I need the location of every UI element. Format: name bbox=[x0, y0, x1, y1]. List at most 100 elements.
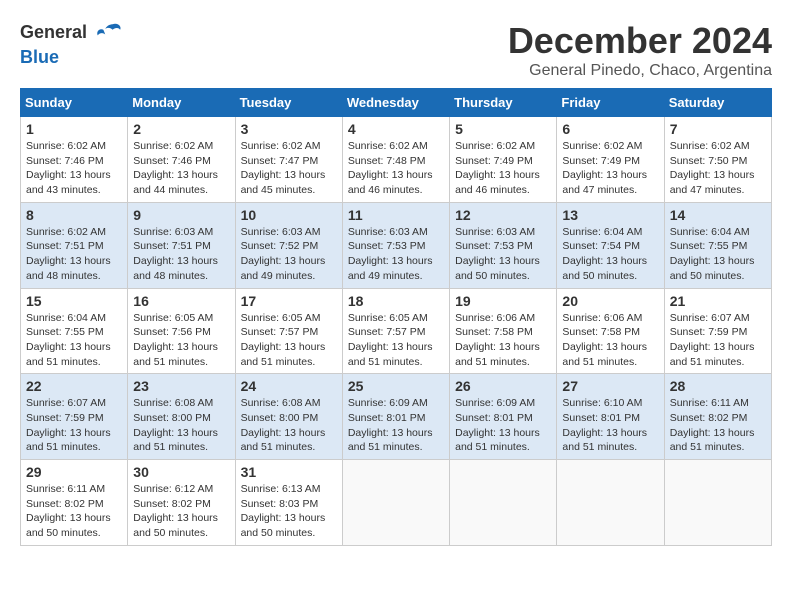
day-info: Sunrise: 6:05 AMSunset: 7:57 PMDaylight:… bbox=[348, 311, 444, 370]
day-info: Sunrise: 6:03 AMSunset: 7:53 PMDaylight:… bbox=[455, 225, 551, 284]
calendar-week-row: 1 Sunrise: 6:02 AMSunset: 7:46 PMDaylight… bbox=[21, 117, 772, 203]
day-cell: 8 Sunrise: 6:02 AMSunset: 7:51 PMDaylight… bbox=[21, 202, 128, 288]
empty-day-cell bbox=[450, 460, 557, 546]
calendar-table: SundayMondayTuesdayWednesdayThursdayFrid… bbox=[20, 88, 772, 546]
day-cell: 27Sunrise: 6:10 AMSunset: 8:01 PMDayligh… bbox=[557, 374, 664, 460]
day-info: Sunrise: 6:04 AMSunset: 7:55 PMDaylight:… bbox=[26, 311, 122, 370]
day-info: Sunrise: 6:02 AMSunset: 7:50 PMDaylight:… bbox=[670, 139, 766, 198]
day-cell: 4 Sunrise: 6:02 AMSunset: 7:48 PMDaylight… bbox=[342, 117, 449, 203]
day-number: 28 bbox=[670, 378, 766, 394]
day-info: Sunrise: 6:11 AMSunset: 8:02 PMDaylight:… bbox=[26, 482, 122, 541]
day-cell: 6 Sunrise: 6:02 AMSunset: 7:49 PMDaylight… bbox=[557, 117, 664, 203]
day-number: 13 bbox=[562, 207, 658, 223]
day-number: 24 bbox=[241, 378, 337, 394]
weekday-header-monday: Monday bbox=[128, 89, 235, 117]
day-info: Sunrise: 6:07 AMSunset: 7:59 PMDaylight:… bbox=[26, 396, 122, 455]
calendar-week-row: 22 Sunrise: 6:07 AMSunset: 7:59 PMDayligh… bbox=[21, 374, 772, 460]
logo-general: General bbox=[20, 22, 87, 42]
day-info: Sunrise: 6:02 AMSunset: 7:49 PMDaylight:… bbox=[455, 139, 551, 198]
day-cell: 28 Sunrise: 6:11 AMSunset: 8:02 PMDayligh… bbox=[664, 374, 771, 460]
day-info: Sunrise: 6:08 AMSunset: 8:00 PMDaylight:… bbox=[241, 396, 337, 455]
day-number: 12 bbox=[455, 207, 551, 223]
day-info: Sunrise: 6:02 AMSunset: 7:49 PMDaylight:… bbox=[562, 139, 658, 198]
day-info: Sunrise: 6:03 AMSunset: 7:53 PMDaylight:… bbox=[348, 225, 444, 284]
day-info: Sunrise: 6:09 AMSunset: 8:01 PMDaylight:… bbox=[348, 396, 444, 455]
logo-blue: Blue bbox=[20, 47, 59, 67]
day-cell: 16 Sunrise: 6:05 AMSunset: 7:56 PMDayligh… bbox=[128, 288, 235, 374]
day-cell: 3 Sunrise: 6:02 AMSunset: 7:47 PMDaylight… bbox=[235, 117, 342, 203]
day-info: Sunrise: 6:02 AMSunset: 7:48 PMDaylight:… bbox=[348, 139, 444, 198]
day-info: Sunrise: 6:12 AMSunset: 8:02 PMDaylight:… bbox=[133, 482, 229, 541]
day-cell: 25 Sunrise: 6:09 AMSunset: 8:01 PMDayligh… bbox=[342, 374, 449, 460]
day-number: 29 bbox=[26, 464, 122, 480]
day-number: 17 bbox=[241, 293, 337, 309]
empty-day-cell bbox=[342, 460, 449, 546]
day-info: Sunrise: 6:02 AMSunset: 7:51 PMDaylight:… bbox=[26, 225, 122, 284]
day-cell: 19 Sunrise: 6:06 AMSunset: 7:58 PMDayligh… bbox=[450, 288, 557, 374]
day-info: Sunrise: 6:03 AMSunset: 7:52 PMDaylight:… bbox=[241, 225, 337, 284]
day-number: 11 bbox=[348, 207, 444, 223]
logo-bird-icon bbox=[94, 20, 122, 48]
calendar-week-row: 15Sunrise: 6:04 AMSunset: 7:55 PMDayligh… bbox=[21, 288, 772, 374]
day-info: Sunrise: 6:02 AMSunset: 7:46 PMDaylight:… bbox=[133, 139, 229, 198]
weekday-header-wednesday: Wednesday bbox=[342, 89, 449, 117]
day-number: 4 bbox=[348, 121, 444, 137]
day-number: 9 bbox=[133, 207, 229, 223]
day-info: Sunrise: 6:05 AMSunset: 7:56 PMDaylight:… bbox=[133, 311, 229, 370]
day-info: Sunrise: 6:04 AMSunset: 7:54 PMDaylight:… bbox=[562, 225, 658, 284]
day-cell: 10 Sunrise: 6:03 AMSunset: 7:52 PMDayligh… bbox=[235, 202, 342, 288]
page-header: General Blue December 2024 General Pined… bbox=[20, 20, 772, 80]
day-cell: 21 Sunrise: 6:07 AMSunset: 7:59 PMDayligh… bbox=[664, 288, 771, 374]
day-cell: 5 Sunrise: 6:02 AMSunset: 7:49 PMDaylight… bbox=[450, 117, 557, 203]
day-number: 23 bbox=[133, 378, 229, 394]
title-block: December 2024 General Pinedo, Chaco, Arg… bbox=[508, 20, 772, 80]
weekday-header-tuesday: Tuesday bbox=[235, 89, 342, 117]
day-info: Sunrise: 6:02 AMSunset: 7:47 PMDaylight:… bbox=[241, 139, 337, 198]
day-number: 5 bbox=[455, 121, 551, 137]
day-info: Sunrise: 6:07 AMSunset: 7:59 PMDaylight:… bbox=[670, 311, 766, 370]
day-number: 30 bbox=[133, 464, 229, 480]
empty-day-cell bbox=[664, 460, 771, 546]
day-number: 3 bbox=[241, 121, 337, 137]
month-title: December 2024 bbox=[508, 20, 772, 62]
day-cell: 18 Sunrise: 6:05 AMSunset: 7:57 PMDayligh… bbox=[342, 288, 449, 374]
location-title: General Pinedo, Chaco, Argentina bbox=[508, 62, 772, 80]
empty-day-cell bbox=[557, 460, 664, 546]
day-info: Sunrise: 6:06 AMSunset: 7:58 PMDaylight:… bbox=[455, 311, 551, 370]
day-number: 22 bbox=[26, 378, 122, 394]
day-cell: 13 Sunrise: 6:04 AMSunset: 7:54 PMDayligh… bbox=[557, 202, 664, 288]
day-number: 6 bbox=[562, 121, 658, 137]
day-cell: 2 Sunrise: 6:02 AMSunset: 7:46 PMDaylight… bbox=[128, 117, 235, 203]
day-number: 21 bbox=[670, 293, 766, 309]
day-number: 2 bbox=[133, 121, 229, 137]
day-info: Sunrise: 6:05 AMSunset: 7:57 PMDaylight:… bbox=[241, 311, 337, 370]
day-cell: 26Sunrise: 6:09 AMSunset: 8:01 PMDayligh… bbox=[450, 374, 557, 460]
logo-text: General Blue bbox=[20, 20, 122, 68]
day-number: 14 bbox=[670, 207, 766, 223]
day-cell: 30 Sunrise: 6:12 AMSunset: 8:02 PMDayligh… bbox=[128, 460, 235, 546]
logo: General Blue bbox=[20, 20, 122, 68]
day-number: 19 bbox=[455, 293, 551, 309]
day-number: 8 bbox=[26, 207, 122, 223]
day-cell: 11 Sunrise: 6:03 AMSunset: 7:53 PMDayligh… bbox=[342, 202, 449, 288]
day-info: Sunrise: 6:03 AMSunset: 7:51 PMDaylight:… bbox=[133, 225, 229, 284]
weekday-header-friday: Friday bbox=[557, 89, 664, 117]
day-cell: 22 Sunrise: 6:07 AMSunset: 7:59 PMDayligh… bbox=[21, 374, 128, 460]
day-cell: 24 Sunrise: 6:08 AMSunset: 8:00 PMDayligh… bbox=[235, 374, 342, 460]
day-number: 16 bbox=[133, 293, 229, 309]
weekday-header-sunday: Sunday bbox=[21, 89, 128, 117]
day-number: 18 bbox=[348, 293, 444, 309]
day-info: Sunrise: 6:11 AMSunset: 8:02 PMDaylight:… bbox=[670, 396, 766, 455]
day-number: 25 bbox=[348, 378, 444, 394]
day-number: 1 bbox=[26, 121, 122, 137]
day-number: 31 bbox=[241, 464, 337, 480]
day-cell: 14Sunrise: 6:04 AMSunset: 7:55 PMDayligh… bbox=[664, 202, 771, 288]
calendar-week-row: 29 Sunrise: 6:11 AMSunset: 8:02 PMDayligh… bbox=[21, 460, 772, 546]
day-info: Sunrise: 6:08 AMSunset: 8:00 PMDaylight:… bbox=[133, 396, 229, 455]
calendar-header-row: SundayMondayTuesdayWednesdayThursdayFrid… bbox=[21, 89, 772, 117]
day-info: Sunrise: 6:09 AMSunset: 8:01 PMDaylight:… bbox=[455, 396, 551, 455]
day-info: Sunrise: 6:10 AMSunset: 8:01 PMDaylight:… bbox=[562, 396, 658, 455]
calendar-week-row: 8 Sunrise: 6:02 AMSunset: 7:51 PMDaylight… bbox=[21, 202, 772, 288]
day-number: 10 bbox=[241, 207, 337, 223]
day-number: 7 bbox=[670, 121, 766, 137]
